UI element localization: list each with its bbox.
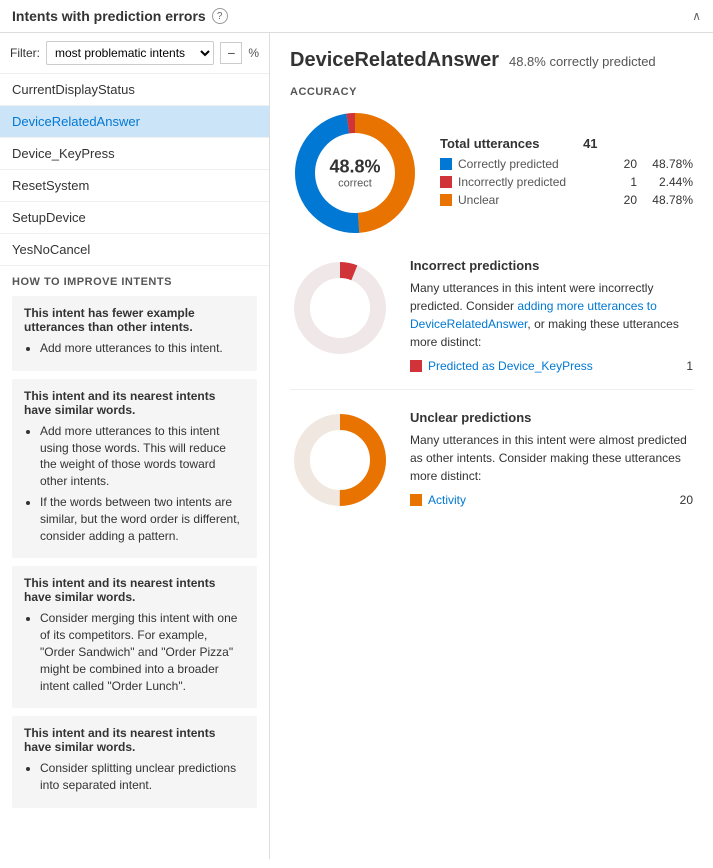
- improve-card-item: Consider splitting unclear predictions i…: [40, 760, 245, 794]
- legend-pct: 2.44%: [643, 175, 693, 189]
- legend-text: Unclear: [458, 193, 611, 207]
- unclear-pred-label[interactable]: Activity: [428, 493, 674, 507]
- legend-row: Unclear 20 48.78%: [440, 193, 693, 207]
- incorrect-pred-count: 1: [686, 359, 693, 373]
- legend-dot: [440, 194, 452, 206]
- legend-row: Correctly predicted 20 48.78%: [440, 157, 693, 171]
- incorrect-pred-dot: [410, 360, 422, 372]
- improve-card-title: This intent and its nearest intents have…: [24, 389, 245, 417]
- intent-name: DeviceRelatedAnswer: [290, 49, 499, 72]
- legend-count: 20: [617, 193, 637, 207]
- intent-header: DeviceRelatedAnswer 48.8% correctly pred…: [290, 49, 693, 72]
- improve-card-title: This intent has fewer example utterances…: [24, 306, 245, 334]
- main-container: Filter: most problematic intents all int…: [0, 33, 713, 859]
- unclear-mini-donut: [290, 410, 390, 510]
- sidebar-item[interactable]: ResetSystem: [0, 170, 269, 202]
- improve-card: This intent and its nearest intents have…: [12, 379, 257, 559]
- legend-text: Incorrectly predicted: [458, 175, 611, 189]
- filter-label: Filter:: [10, 46, 40, 60]
- incorrect-mini-donut: [290, 258, 390, 358]
- incorrect-predictions-desc: Many utterances in this intent were inco…: [410, 279, 693, 351]
- improve-card: This intent and its nearest intents have…: [12, 716, 257, 808]
- right-panel: DeviceRelatedAnswer 48.8% correctly pred…: [270, 33, 713, 859]
- accuracy-row: 48.8% correct Total utterances 41 Correc…: [290, 108, 693, 238]
- filter-minus-button[interactable]: −: [220, 42, 242, 64]
- unclear-predictions-section: Unclear predictions Many utterances in t…: [290, 410, 693, 526]
- incorrect-predictions-section: Incorrect predictions Many utterances in…: [290, 258, 693, 390]
- filter-pct-label: %: [248, 46, 259, 60]
- legend-count: 1: [617, 175, 637, 189]
- incorrect-pred-label[interactable]: Predicted as Device_KeyPress: [428, 359, 680, 373]
- donut-pct: 48.8%: [329, 157, 380, 178]
- legend-text: Correctly predicted: [458, 157, 611, 171]
- filter-select[interactable]: most problematic intents all intents: [46, 41, 214, 65]
- legend-pct: 48.78%: [643, 193, 693, 207]
- unclear-predictions-title: Unclear predictions: [410, 410, 693, 425]
- improve-title: HOW TO IMPROVE INTENTS: [12, 276, 257, 288]
- unclear-pred-count: 20: [680, 493, 693, 507]
- legend-dot: [440, 176, 452, 188]
- unclear-predictions-desc: Many utterances in this intent were almo…: [410, 431, 693, 485]
- collapse-icon[interactable]: ∧: [692, 9, 701, 23]
- sidebar-item[interactable]: YesNoCancel: [0, 234, 269, 266]
- improve-card-title: This intent and its nearest intents have…: [24, 576, 245, 604]
- legend-title: Total utterances 41: [440, 136, 693, 151]
- donut-center: 48.8% correct: [329, 157, 380, 190]
- legend-count: 20: [617, 157, 637, 171]
- legend-table: Total utterances 41 Correctly predicted …: [440, 136, 693, 211]
- header: Intents with prediction errors ? ∧: [0, 0, 713, 33]
- incorrect-pred-item: Predicted as Device_KeyPress 1: [410, 359, 693, 373]
- sidebar-item[interactable]: Device_KeyPress: [0, 138, 269, 170]
- header-title: Intents with prediction errors: [12, 8, 206, 24]
- incorrect-predictions-title: Incorrect predictions: [410, 258, 693, 273]
- sidebar: Filter: most problematic intents all int…: [0, 33, 270, 859]
- improve-card-item: If the words between two intents are sim…: [40, 494, 245, 544]
- unclear-pred-item: Activity 20: [410, 493, 693, 507]
- improve-card-item: Consider merging this intent with one of…: [40, 610, 245, 694]
- unclear-pred-dot: [410, 494, 422, 506]
- improve-section: HOW TO IMPROVE INTENTS This intent has f…: [0, 266, 269, 826]
- improve-card: This intent and its nearest intents have…: [12, 566, 257, 708]
- sidebar-item[interactable]: DeviceRelatedAnswer: [0, 106, 269, 138]
- sidebar-item[interactable]: SetupDevice: [0, 202, 269, 234]
- accuracy-label: ACCURACY: [290, 86, 693, 98]
- donut-label: correct: [329, 178, 380, 190]
- improve-card: This intent has fewer example utterances…: [12, 296, 257, 371]
- sidebar-list: CurrentDisplayStatusDeviceRelatedAnswerD…: [0, 74, 269, 266]
- main-donut-chart: 48.8% correct: [290, 108, 420, 238]
- filter-bar: Filter: most problematic intents all int…: [0, 33, 269, 74]
- improve-card-item: Add more utterances to this intent using…: [40, 423, 245, 490]
- legend-dot: [440, 158, 452, 170]
- improve-card-item: Add more utterances to this intent.: [40, 340, 245, 357]
- legend-pct: 48.78%: [643, 157, 693, 171]
- help-icon[interactable]: ?: [212, 8, 228, 24]
- improve-card-title: This intent and its nearest intents have…: [24, 726, 245, 754]
- legend-row: Incorrectly predicted 1 2.44%: [440, 175, 693, 189]
- unclear-predictions-content: Unclear predictions Many utterances in t…: [410, 410, 693, 510]
- sidebar-item[interactable]: CurrentDisplayStatus: [0, 74, 269, 106]
- add-utterances-link[interactable]: adding more utterances to DeviceRelatedA…: [410, 299, 657, 331]
- incorrect-predictions-content: Incorrect predictions Many utterances in…: [410, 258, 693, 373]
- intent-accuracy: 48.8% correctly predicted: [509, 54, 656, 69]
